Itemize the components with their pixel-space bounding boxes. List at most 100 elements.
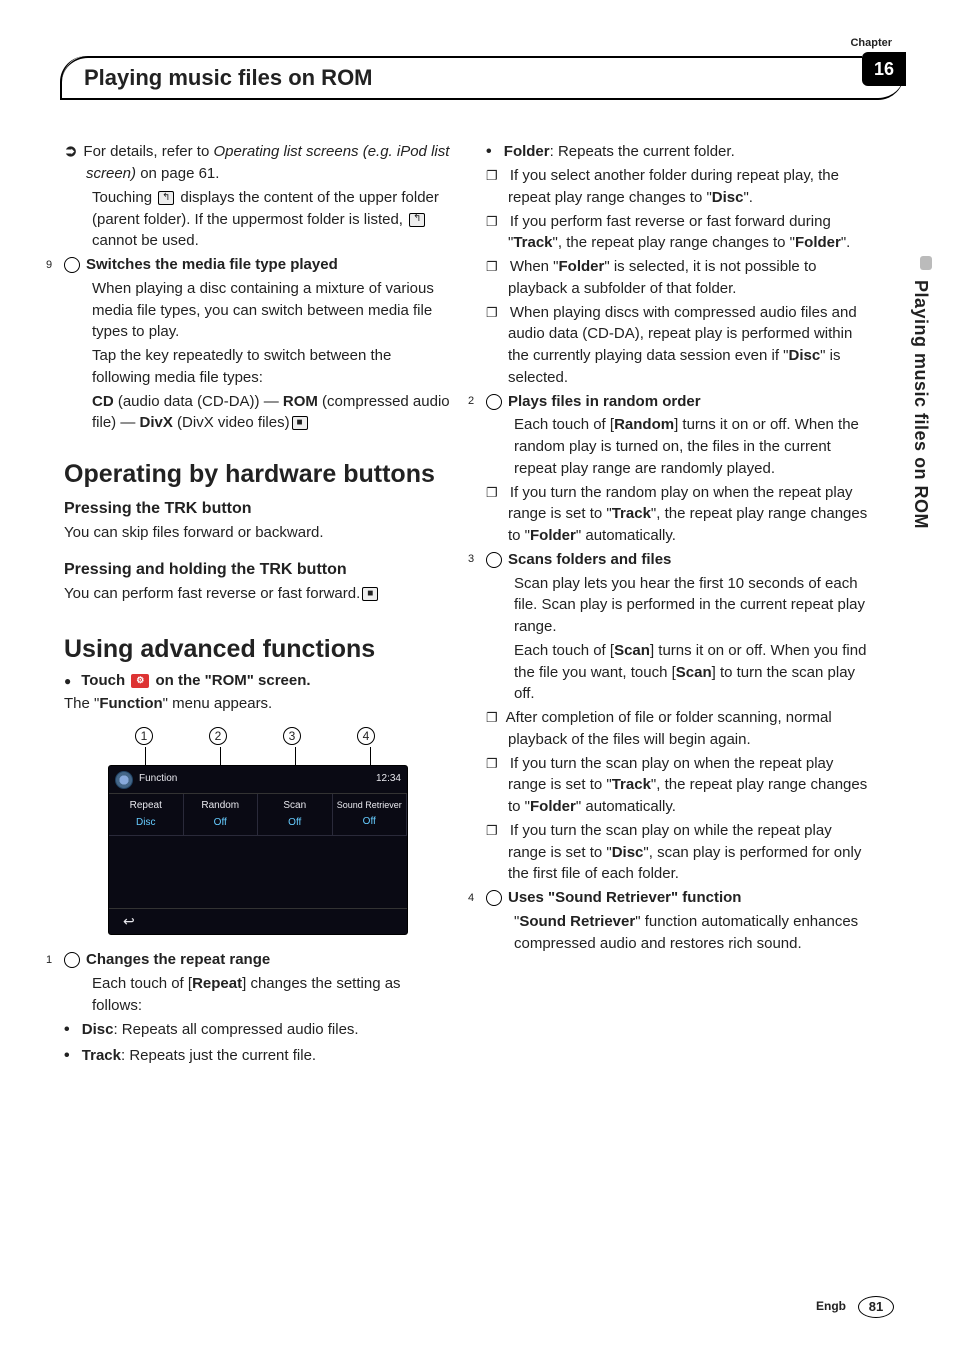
- item-3-body-2: Each touch of [Scan] turns it on or off.…: [486, 640, 872, 705]
- text: Folder: [559, 258, 605, 275]
- circled-3-icon: 3: [486, 552, 502, 568]
- touching-upper-folder: Touching ↰ displays the content of the u…: [64, 187, 450, 252]
- item-1-track: Track: Repeats just the current file.: [64, 1044, 450, 1067]
- ref-operating-list: For details, refer to Operating list scr…: [64, 140, 450, 185]
- heading: Uses "Sound Retriever" function: [508, 889, 741, 906]
- item-9-heading: 9Switches the media file type played: [64, 254, 450, 276]
- right-column: Folder: Repeats the current folder. If y…: [486, 140, 872, 1069]
- text: CD: [92, 393, 114, 410]
- side-marker: [920, 256, 932, 270]
- text: Scan: [614, 642, 650, 659]
- text: (DivX video files): [173, 414, 290, 431]
- text: You can perform fast reverse or fast for…: [64, 585, 360, 602]
- item-1-folder: Folder: Repeats the current folder.: [486, 140, 872, 163]
- side-tab-label: Playing music files on ROM: [908, 280, 934, 529]
- label: Repeat: [111, 799, 181, 814]
- page-title-frame: Playing music files on ROM: [60, 56, 904, 100]
- heading-operating-hardware: Operating by hardware buttons: [64, 460, 450, 489]
- text: Track: [82, 1047, 121, 1064]
- note-cdda: When playing discs with compressed audio…: [486, 302, 872, 389]
- text: Folder: [504, 143, 550, 160]
- function-menu-appears: The "Function" menu appears.: [64, 693, 450, 715]
- back-button[interactable]: ↩: [109, 908, 407, 934]
- text: ".: [841, 234, 851, 251]
- hold-trk-body: You can perform fast reverse or fast for…: [64, 583, 450, 605]
- text: ROM: [283, 393, 318, 410]
- function-menu-icon: ⚙: [131, 674, 149, 688]
- screenshot-clock: 12:34: [376, 772, 401, 787]
- sound-retriever-cell[interactable]: Sound Retriever Off: [333, 794, 408, 836]
- text: on page 61.: [136, 165, 219, 182]
- heading-hold-trk: Pressing and holding the TRK button: [64, 558, 450, 581]
- item-2-body: Each touch of [Random] turns it on or of…: [486, 414, 872, 479]
- text: (audio data (CD-DA)) —: [114, 393, 283, 410]
- callout-lines: [108, 747, 408, 765]
- text: cannot be used.: [92, 232, 199, 249]
- item-9-body-2: Tap the key repeatedly to switch between…: [64, 345, 450, 389]
- item-1-disc: Disc: Repeats all compressed audio files…: [64, 1018, 450, 1041]
- left-column: For details, refer to Operating list scr…: [64, 140, 450, 1069]
- screenshot-grid: Repeat Disc Random Off Scan Off Sound Re…: [109, 794, 407, 836]
- text: Folder: [530, 527, 576, 544]
- label: Random: [186, 799, 256, 814]
- text: " automatically.: [576, 527, 676, 544]
- text: ", the repeat play range changes to ": [553, 234, 795, 251]
- text: Disc: [788, 347, 820, 364]
- item-3-note-2: If you turn the scan play on when the re…: [486, 753, 872, 818]
- label: Sound Retriever: [335, 799, 405, 812]
- text: When ": [510, 258, 559, 275]
- chapter-label: Chapter: [850, 36, 892, 52]
- circled-2-icon: 2: [486, 394, 502, 410]
- callout-3-icon: 3: [283, 727, 301, 745]
- item-3-note-1: After completion of file or folder scann…: [486, 707, 872, 751]
- item-3-heading: 3 Scans folders and files: [486, 549, 872, 571]
- up-folder-icon: ↰: [409, 213, 425, 227]
- text: Track: [612, 505, 651, 522]
- reference-arrow-icon: [64, 143, 83, 160]
- callout-row: 1 2 3 4: [108, 727, 408, 747]
- text: " automatically.: [576, 798, 676, 815]
- section-end-icon: ■: [292, 416, 308, 430]
- item-4-body: "Sound Retriever" function automatically…: [486, 911, 872, 955]
- text: Each touch of [: [514, 642, 614, 659]
- screenshot-title: Function: [139, 772, 177, 787]
- callout-1-icon: 1: [135, 727, 153, 745]
- gear-icon: [115, 771, 133, 789]
- text: : Repeats just the current file.: [121, 1047, 316, 1064]
- text: For details, refer to: [83, 143, 213, 160]
- text: Touching: [92, 189, 156, 206]
- text: Sound Retriever: [519, 913, 635, 930]
- text: Random: [614, 416, 674, 433]
- text: ".: [743, 189, 753, 206]
- repeat-cell[interactable]: Repeat Disc: [109, 794, 184, 836]
- text: Folder: [530, 798, 576, 815]
- text: Function: [99, 695, 162, 712]
- label: Scan: [260, 799, 330, 814]
- text: Disc: [712, 189, 744, 206]
- heading: Scans folders and files: [508, 551, 671, 568]
- item-2-note: If you turn the random play on when the …: [486, 482, 872, 547]
- value: Off: [335, 815, 405, 830]
- text: Repeat: [192, 975, 242, 992]
- touch-rom-action: Touch ⚙ on the "ROM" screen.: [64, 670, 450, 692]
- up-folder-icon: ↰: [158, 191, 174, 205]
- text: Each touch of [: [92, 975, 192, 992]
- text: Track: [612, 776, 651, 793]
- function-screenshot: 1 2 3 4 Function 12:34 Repeat Disc: [108, 727, 408, 935]
- value: Disc: [111, 816, 181, 831]
- heading: Changes the repeat range: [86, 951, 270, 968]
- action-bullet-icon: [64, 672, 81, 689]
- circled-9-icon: 9: [64, 257, 80, 273]
- item-1-body: Each touch of [Repeat] changes the setti…: [64, 973, 450, 1017]
- scan-cell[interactable]: Scan Off: [258, 794, 333, 836]
- screenshot-header: Function 12:34: [109, 766, 407, 794]
- note-folder-subfolder: When "Folder" is selected, it is not pos…: [486, 256, 872, 300]
- heading-press-trk: Pressing the TRK button: [64, 497, 450, 520]
- text: Scan: [676, 664, 712, 681]
- item-1-heading: 1Changes the repeat range: [64, 949, 450, 971]
- random-cell[interactable]: Random Off: [184, 794, 259, 836]
- item-4-heading: 4Uses "Sound Retriever" function: [486, 887, 872, 909]
- note-fast-rev: If you perform fast reverse or fast forw…: [486, 211, 872, 255]
- item-2-heading: 2Plays files in random order: [486, 391, 872, 413]
- item-9-body-1: When playing a disc containing a mixture…: [64, 278, 450, 343]
